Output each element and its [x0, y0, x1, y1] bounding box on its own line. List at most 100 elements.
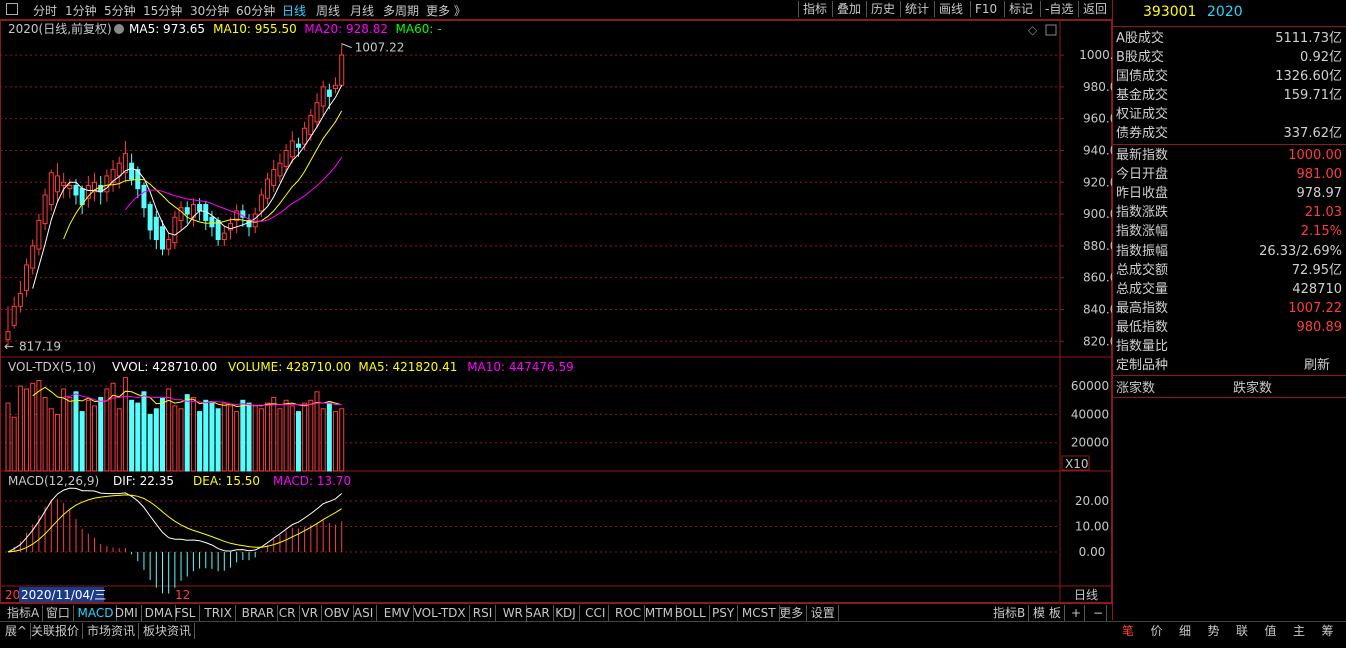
tab-25[interactable]: 设置: [808, 605, 839, 621]
candle: [333, 84, 339, 90]
volume-bar: [48, 408, 54, 472]
candle: [271, 169, 277, 186]
bottom-right-button-2[interactable]: +: [1068, 605, 1086, 621]
vol-label-1: VOLUME: 428710.00: [228, 360, 351, 374]
tab-19[interactable]: ROC: [612, 605, 646, 621]
right-tab-1[interactable]: 价: [1151, 622, 1163, 640]
period-toolbar: 分时 1分钟 5分钟 15分钟 30分钟 60分钟 日线 周线 月线 多周期 更多 》 指标 叠加 历史…: [0, 0, 1112, 20]
macd-title: MACD(12,26,9): [8, 474, 99, 488]
ma-label-2: MA20: 928.82: [304, 22, 388, 36]
volume-bar: [116, 408, 122, 472]
toolbar-button-6[interactable]: 标记: [1004, 1, 1037, 17]
period-5[interactable]: 60分钟: [236, 2, 275, 19]
window-toggle-icon[interactable]: [1045, 24, 1057, 36]
price-tick-label: 840.00: [1083, 302, 1112, 316]
tab-12[interactable]: EMV: [381, 605, 414, 621]
period-10[interactable]: 更多 》: [426, 2, 466, 19]
tab-24[interactable]: 更多: [776, 605, 808, 621]
right-tab-6[interactable]: 主: [1293, 622, 1305, 640]
period-1[interactable]: 1分钟: [65, 2, 97, 19]
candle: [172, 216, 178, 244]
tab-6[interactable]: TRIX: [201, 605, 236, 621]
refresh-button[interactable]: 刷新: [1304, 356, 1330, 375]
period-9[interactable]: 多周期: [383, 2, 419, 19]
tab-18[interactable]: CCI: [582, 605, 610, 621]
volume-bar: [85, 399, 91, 472]
index-value: 21.03: [1304, 205, 1342, 221]
macd-label-0: DIF: 22.35: [113, 474, 174, 488]
volume-bar: [147, 413, 153, 472]
volume-bar: [277, 408, 283, 472]
candle: [5, 331, 11, 341]
period-0[interactable]: 分时: [33, 2, 57, 19]
status-button-1[interactable]: 关联报价: [28, 623, 84, 639]
window-menu-icon[interactable]: [6, 3, 18, 15]
turnover-row: 债券成交 337.62亿: [1116, 124, 1344, 143]
right-tab-4[interactable]: 联: [1236, 622, 1248, 640]
period-2[interactable]: 5分钟: [104, 2, 136, 19]
index-code: 393001: [1143, 4, 1197, 20]
index-label: 最低指数: [1116, 319, 1169, 335]
month-label: 12: [175, 588, 190, 602]
toolbar-button-1[interactable]: 叠加: [832, 1, 865, 17]
period-6[interactable]: 日线: [282, 2, 306, 19]
tab-11[interactable]: ASI: [351, 605, 378, 621]
period-7[interactable]: 周线: [316, 2, 340, 19]
ma-label-0: MA5: 973.65: [129, 22, 205, 36]
toolbar-button-7[interactable]: -自选: [1040, 1, 1077, 17]
candle: [147, 204, 153, 231]
index-value: 2.15%: [1300, 224, 1342, 240]
tab-8[interactable]: CR: [276, 605, 300, 621]
bottom-right-button-1[interactable]: 模 板: [1030, 605, 1065, 621]
tab-10[interactable]: OBV: [321, 605, 354, 621]
turnover-label: A股成交: [1116, 31, 1164, 46]
toolbar-button-0[interactable]: 指标: [798, 1, 831, 17]
status-button-2[interactable]: 市场资讯: [84, 623, 140, 639]
candle: [17, 293, 23, 307]
period-3[interactable]: 15分钟: [143, 2, 182, 19]
period-8[interactable]: 月线: [350, 2, 374, 19]
indicator-options-icon[interactable]: [114, 24, 124, 34]
toolbar-button-4[interactable]: 画线: [934, 1, 967, 17]
period-4[interactable]: 30分钟: [190, 2, 229, 19]
status-button-3[interactable]: 板块资讯: [140, 623, 196, 639]
index-label: 最高指数: [1116, 300, 1169, 316]
index-row: 指数涨跌 21.03: [1116, 203, 1344, 222]
chart-canvas[interactable]: 1000.00 980.00 960.00 940.00 920.00 900.00 880…: [0, 20, 1129, 603]
volume-bar: [190, 396, 196, 472]
right-tab-2[interactable]: 细: [1179, 622, 1191, 640]
bottom-right-button-0[interactable]: 指标B: [990, 605, 1030, 621]
candle: [153, 216, 159, 241]
toolbar-button-8[interactable]: 返回: [1078, 1, 1111, 17]
toolbar-button-2[interactable]: 历史: [866, 1, 899, 17]
candle: [339, 54, 345, 86]
candle: [314, 102, 320, 123]
chart-area[interactable]: 1000.00 980.00 960.00 940.00 920.00 900.00 880…: [0, 20, 1129, 603]
toolbar-button-3[interactable]: 统计: [900, 1, 933, 17]
toolbar-button-5[interactable]: F10: [970, 1, 1001, 17]
right-tab-0[interactable]: 笔: [1122, 622, 1134, 640]
tab-16[interactable]: SAR: [522, 605, 554, 621]
ma-label-1: MA10: 955.50: [213, 22, 297, 36]
tab-7[interactable]: BRAR: [239, 605, 279, 621]
tab-21[interactable]: BOLL: [672, 605, 710, 621]
tab-22[interactable]: PSY: [709, 605, 739, 621]
bottom-right-button-3[interactable]: −: [1090, 605, 1108, 621]
status-button-0[interactable]: 展^: [2, 623, 32, 639]
right-tab-3[interactable]: 势: [1208, 622, 1220, 640]
tab-9[interactable]: VR: [298, 605, 322, 621]
index-value: 980.89: [1296, 319, 1343, 335]
tab-0[interactable]: 指标A: [4, 605, 44, 621]
candle: [160, 226, 165, 250]
volume-bar: [265, 402, 271, 472]
candle: [141, 184, 147, 209]
tab-13[interactable]: VOL-TDX: [411, 605, 470, 621]
right-tab-5[interactable]: 值: [1265, 622, 1277, 640]
tab-5[interactable]: FSL: [172, 605, 200, 621]
tab-14[interactable]: RSI: [470, 605, 497, 621]
tab-1[interactable]: 窗口: [43, 605, 74, 621]
right-tab-7[interactable]: 筹: [1322, 622, 1334, 640]
tab-23[interactable]: MCST: [739, 605, 780, 621]
tab-17[interactable]: KDJ: [552, 605, 580, 621]
tab-3[interactable]: DMI: [112, 605, 142, 621]
